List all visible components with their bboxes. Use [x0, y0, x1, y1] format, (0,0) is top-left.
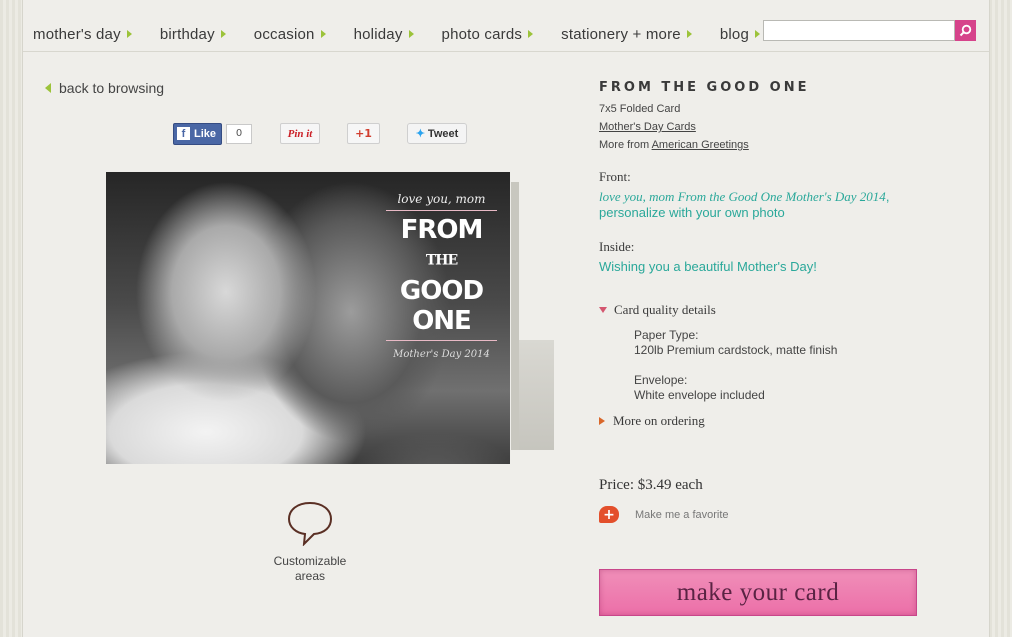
- arrow-right-icon: [755, 30, 760, 38]
- speech-bubble-icon: [287, 501, 333, 546]
- nav-divider: [23, 51, 989, 52]
- page-edge-right: [989, 0, 1012, 637]
- card-headline-the: THE: [425, 252, 458, 269]
- arrow-right-icon: [126, 30, 132, 38]
- back-to-browsing-link[interactable]: back to browsing: [45, 80, 164, 96]
- nav-item-label: occasion: [253, 25, 315, 43]
- product-format: 7x5 Folded Card: [599, 103, 681, 115]
- pinterest-button[interactable]: Pin it: [280, 123, 320, 144]
- tweet-label: Tweet: [427, 127, 459, 140]
- card-quality-label: Card quality details: [614, 302, 716, 317]
- nav-item-label: stationery + more: [561, 25, 681, 43]
- category-link[interactable]: Mother's Day Cards: [599, 121, 696, 133]
- make-your-card-label: make your card: [676, 578, 840, 606]
- paper-type-label: Paper Type:: [634, 328, 699, 342]
- product-details: FROM THE GOOD ONE 7x5 Folded Card Mother…: [599, 80, 959, 523]
- triangle-down-icon: [599, 307, 607, 313]
- facebook-icon: f: [177, 127, 190, 140]
- price: Price: $3.49 each: [599, 477, 703, 493]
- envelope-label: Envelope:: [634, 373, 688, 387]
- more-from-prefix: More from: [599, 139, 650, 151]
- page: mother's day birthday occasion holiday p…: [22, 0, 990, 637]
- favorite-label: Make me a favorite: [635, 508, 729, 521]
- more-on-ordering-label: More on ordering: [613, 413, 705, 428]
- nav-item-occasion[interactable]: occasion: [254, 24, 326, 44]
- more-on-ordering-toggle[interactable]: More on ordering: [599, 413, 959, 429]
- paper-type-value: 120lb Premium cardstock, matte finish: [634, 343, 838, 357]
- front-text-italic: love you, mom From the Good One Mother's…: [599, 189, 886, 204]
- make-your-card-button[interactable]: make your card: [599, 569, 917, 616]
- card-script-top: love you, mom: [397, 192, 486, 206]
- arrow-right-icon: [686, 30, 692, 38]
- customizable-areas[interactable]: Customizable areas: [266, 500, 354, 584]
- nav-item-photo-cards[interactable]: photo cards: [442, 24, 534, 44]
- product-title: FROM THE GOOD ONE: [599, 80, 810, 95]
- twitter-bird-icon: ✦: [415, 128, 425, 140]
- card-script-bottom: Mother's Day 2014: [393, 348, 490, 360]
- nav-item-label: blog: [719, 25, 749, 43]
- search-input[interactable]: [763, 20, 956, 41]
- inside-label: Inside:: [599, 239, 635, 254]
- more-from-row: More from American Greetings: [599, 139, 959, 151]
- card-headline-line1: FROM THE: [384, 215, 499, 276]
- facebook-like-count: 0: [226, 123, 253, 144]
- card-headline-line2: GOOD ONE: [399, 275, 484, 336]
- envelope-value: White envelope included: [634, 388, 765, 402]
- inside-text: Wishing you a beautiful Mother's Day!: [599, 259, 817, 274]
- search-button[interactable]: [955, 20, 976, 41]
- nav-item-blog[interactable]: blog: [720, 24, 760, 44]
- favorite-row[interactable]: + Make me a favorite: [599, 506, 959, 523]
- quality-details: Paper Type: 120lb Premium cardstock, mat…: [634, 328, 959, 403]
- front-label: Front:: [599, 169, 631, 184]
- card-headline-from: FROM: [400, 215, 484, 245]
- category-row: Mother's Day Cards: [599, 121, 959, 133]
- search-box: [763, 20, 976, 41]
- arrow-right-icon: [320, 30, 326, 38]
- card-preview-image[interactable]: love you, mom FROM THE GOOD ONE Mother's…: [106, 172, 510, 464]
- arrow-right-icon: [408, 30, 414, 38]
- card-quality-toggle[interactable]: Card quality details: [599, 302, 959, 318]
- card-front-text: love you, mom FROM THE GOOD ONE Mother's…: [384, 192, 499, 360]
- main-nav: mother's day birthday occasion holiday p…: [33, 24, 788, 44]
- nav-item-birthday[interactable]: birthday: [160, 24, 226, 44]
- front-text: love you, mom From the Good One Mother's…: [599, 189, 959, 221]
- arrow-left-icon: [45, 83, 51, 93]
- nav-item-mothers-day[interactable]: mother's day: [33, 24, 132, 44]
- nav-item-label: holiday: [353, 25, 403, 43]
- nav-item-holiday[interactable]: holiday: [354, 24, 414, 44]
- search-icon: [959, 24, 972, 37]
- nav-item-stationery[interactable]: stationery + more: [561, 24, 692, 44]
- arrow-right-icon: [528, 30, 534, 38]
- google-plus-button[interactable]: +1: [347, 123, 380, 144]
- nav-item-label: mother's day: [33, 25, 121, 43]
- card-rule: [386, 339, 497, 341]
- page-edge-left: [0, 0, 22, 637]
- brand-link[interactable]: American Greetings: [652, 139, 749, 151]
- add-favorite-icon: +: [599, 506, 619, 523]
- facebook-like-button[interactable]: f Like: [173, 122, 223, 145]
- nav-item-label: photo cards: [441, 25, 523, 43]
- customizable-areas-label: Customizable areas: [273, 554, 347, 583]
- triangle-right-icon: [599, 417, 605, 425]
- card-fold-edge: [511, 182, 519, 450]
- facebook-like: f Like 0: [173, 122, 253, 145]
- facebook-like-label: Like: [194, 127, 217, 140]
- back-label: back to browsing: [59, 80, 165, 96]
- tweet-button[interactable]: ✦ Tweet: [407, 123, 467, 144]
- card-fold-shadow: [519, 340, 554, 450]
- nav-item-label: birthday: [159, 25, 215, 43]
- card-rule: [386, 210, 497, 211]
- arrow-right-icon: [220, 30, 226, 38]
